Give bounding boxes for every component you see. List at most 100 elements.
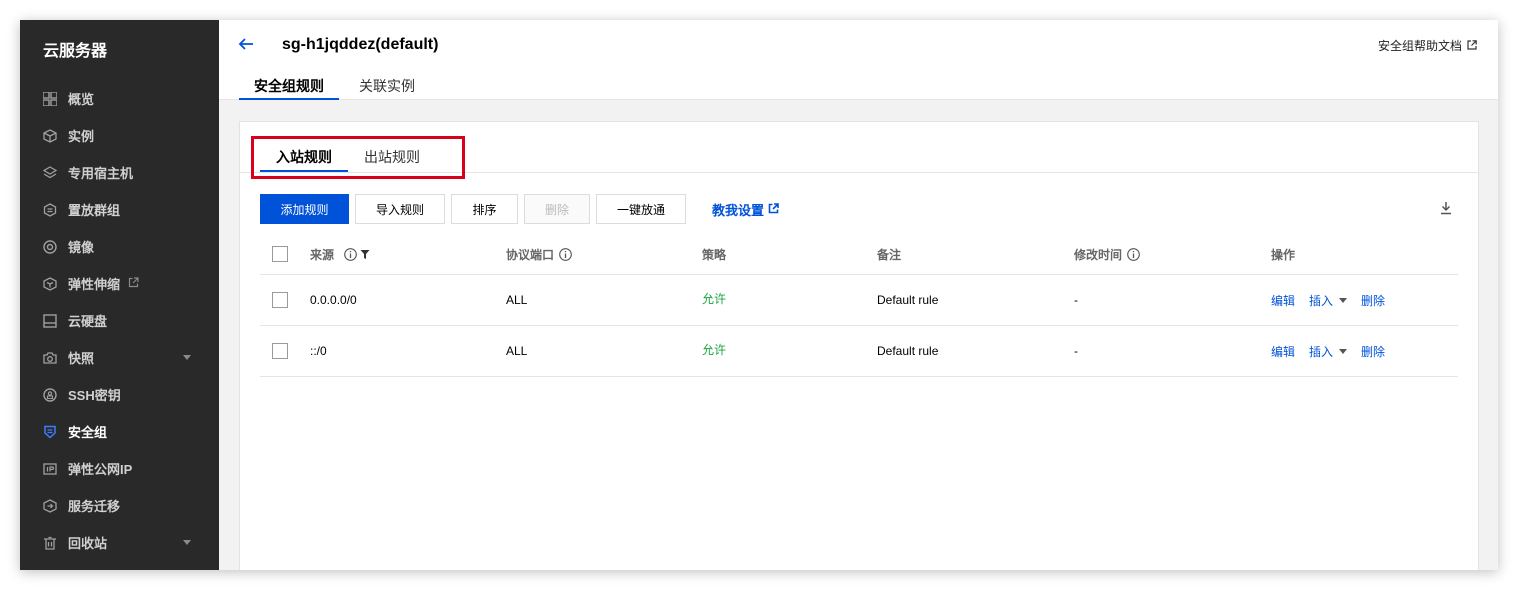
sidebar-item-images[interactable]: 镜像: [20, 228, 219, 265]
row-checkbox[interactable]: [272, 292, 288, 308]
col-protocol-port-label: 协议端口: [506, 247, 555, 262]
page-tabs: 安全组规则 关联实例: [239, 76, 435, 100]
insert-link[interactable]: 插入: [1309, 292, 1333, 309]
cell-port: ALL: [506, 344, 528, 358]
tab-associated-instances[interactable]: 关联实例: [344, 76, 430, 100]
sidebar-item-dedicated-host[interactable]: 专用宿主机: [20, 154, 219, 191]
col-source-label: 来源: [310, 247, 335, 262]
sidebar-item-ssh-key[interactable]: SSH密钥: [20, 376, 219, 413]
sidebar-item-label: 弹性伸缩: [68, 277, 121, 292]
sidebar-item-migration[interactable]: 服务迁移: [20, 487, 219, 524]
col-note: 备注: [877, 247, 902, 262]
camera-icon: [42, 350, 58, 366]
delete-link[interactable]: 删除: [1361, 292, 1385, 309]
sidebar-item-cloud-disk[interactable]: 云硬盘: [20, 302, 219, 339]
scaling-icon: [42, 276, 58, 292]
sort-button[interactable]: 排序: [451, 194, 518, 224]
rule-direction-tabs: 入站规则 出站规则: [240, 122, 1478, 179]
sidebar-item-label: 弹性公网IP: [68, 462, 133, 477]
cell-port: ALL: [506, 293, 528, 307]
key-icon: [42, 387, 58, 403]
shield-icon: [42, 424, 58, 440]
col-policy: 策略: [702, 247, 727, 262]
cell-note: Default rule: [877, 344, 939, 358]
add-rule-button[interactable]: 添加规则: [260, 194, 349, 224]
sidebar-item-placement-group[interactable]: 置放群组: [20, 191, 219, 228]
cell-policy: 允许: [702, 291, 727, 306]
col-actions: 操作: [1271, 247, 1296, 262]
table-header-row: 来源 协议端口 策略 备注 修改时间 操作: [260, 234, 1458, 275]
sidebar-item-recycle-bin[interactable]: 回收站: [20, 524, 219, 561]
cell-note: Default rule: [877, 293, 939, 307]
cell-modified: -: [1074, 293, 1078, 307]
sidebar-item-label: 服务迁移: [68, 499, 121, 514]
sidebar-item-overview[interactable]: 概览: [20, 80, 219, 117]
tab-security-group-rules[interactable]: 安全组规则: [239, 76, 339, 100]
layers-icon: [42, 165, 58, 181]
sidebar-item-security-group[interactable]: 安全组: [20, 413, 219, 450]
ip-icon: [42, 461, 58, 477]
sidebar-title: 云服务器: [43, 43, 108, 60]
sidebar-item-label: SSH密钥: [68, 388, 121, 403]
highlight-box: [251, 136, 465, 179]
external-link-icon: [128, 276, 139, 291]
select-all-checkbox-cell[interactable]: [272, 234, 288, 274]
sidebar-item-label: 镜像: [68, 240, 95, 255]
disc-icon: [42, 239, 58, 255]
app-window: 云服务器 概览 实例 专用宿主机 置放群组 镜像 弹性伸缩 云硬盘 快照 SSH…: [20, 20, 1498, 570]
cell-actions: 编辑 插入 删除: [1271, 326, 1399, 376]
row-checkbox-cell[interactable]: [272, 326, 288, 376]
chevron-down-icon[interactable]: [183, 355, 191, 360]
row-checkbox-cell[interactable]: [272, 275, 288, 325]
col-protocol-port: 协议端口: [506, 234, 572, 274]
chevron-down-icon[interactable]: [183, 540, 191, 545]
open-all-button[interactable]: 一键放通: [596, 194, 686, 224]
chevron-down-icon[interactable]: [1339, 348, 1348, 354]
table-row: 0.0.0.0/0 ALL 允许 Default rule - 编辑 插入 删除: [260, 275, 1458, 326]
placement-icon: [42, 202, 58, 218]
sidebar-item-auto-scaling[interactable]: 弹性伸缩: [20, 265, 219, 302]
select-all-checkbox[interactable]: [272, 246, 288, 262]
rules-table: 来源 协议端口 策略 备注 修改时间 操作 0.0.0.0/0 ALL 允许 D…: [260, 234, 1458, 377]
cell-source: 0.0.0.0/0: [310, 293, 357, 307]
cell-modified: -: [1074, 344, 1078, 358]
page-title: sg-h1jqddez(default): [282, 36, 439, 53]
delete-button[interactable]: 删除: [524, 194, 590, 224]
sidebar-item-label: 实例: [68, 129, 95, 144]
insert-link[interactable]: 插入: [1309, 343, 1333, 360]
import-rules-button[interactable]: 导入规则: [355, 194, 445, 224]
col-modified-time-label: 修改时间: [1074, 247, 1123, 262]
info-icon[interactable]: [1127, 247, 1140, 261]
delete-link[interactable]: 删除: [1361, 343, 1385, 360]
info-icon[interactable]: [559, 247, 572, 261]
sidebar-item-label: 概览: [68, 92, 95, 107]
filter-icon[interactable]: [360, 249, 370, 260]
cube-icon: [42, 128, 58, 144]
edit-link[interactable]: 编辑: [1271, 343, 1295, 360]
info-icon[interactable]: [344, 247, 357, 261]
sidebar-item-instances[interactable]: 实例: [20, 117, 219, 154]
sidebar-item-label: 安全组: [68, 425, 108, 440]
sidebar: 云服务器 概览 实例 专用宿主机 置放群组 镜像 弹性伸缩 云硬盘 快照 SSH…: [20, 20, 219, 570]
row-checkbox[interactable]: [272, 343, 288, 359]
sidebar-item-snapshot[interactable]: 快照: [20, 339, 219, 376]
sidebar-nav: 概览 实例 专用宿主机 置放群组 镜像 弹性伸缩 云硬盘 快照 SSH密钥 安全…: [20, 80, 219, 561]
teach-setup-link[interactable]: 教我设置: [712, 200, 779, 219]
sidebar-item-label: 快照: [68, 351, 95, 366]
back-arrow-icon[interactable]: [237, 35, 255, 53]
sidebar-item-elastic-ip[interactable]: 弹性公网IP: [20, 450, 219, 487]
chevron-down-icon[interactable]: [1339, 297, 1348, 303]
download-icon[interactable]: [1440, 201, 1452, 220]
overview-icon: [42, 91, 58, 107]
col-source: 来源: [310, 234, 370, 274]
sidebar-item-label: 专用宿主机: [68, 166, 134, 181]
help-doc-link[interactable]: 安全组帮助文档: [1378, 37, 1477, 54]
disk-icon: [42, 313, 58, 329]
page-header: sg-h1jqddez(default) 安全组帮助文档 安全组规则 关联实例: [219, 20, 1498, 100]
col-modified-time: 修改时间: [1074, 234, 1140, 274]
edit-link[interactable]: 编辑: [1271, 292, 1295, 309]
external-link-icon: [1462, 39, 1477, 53]
migrate-icon: [42, 498, 58, 514]
rules-card: 入站规则 出站规则 添加规则 导入规则 排序 删除 一键放通 教我设置 来源 协…: [239, 121, 1479, 570]
main-content: sg-h1jqddez(default) 安全组帮助文档 安全组规则 关联实例 …: [219, 20, 1498, 570]
